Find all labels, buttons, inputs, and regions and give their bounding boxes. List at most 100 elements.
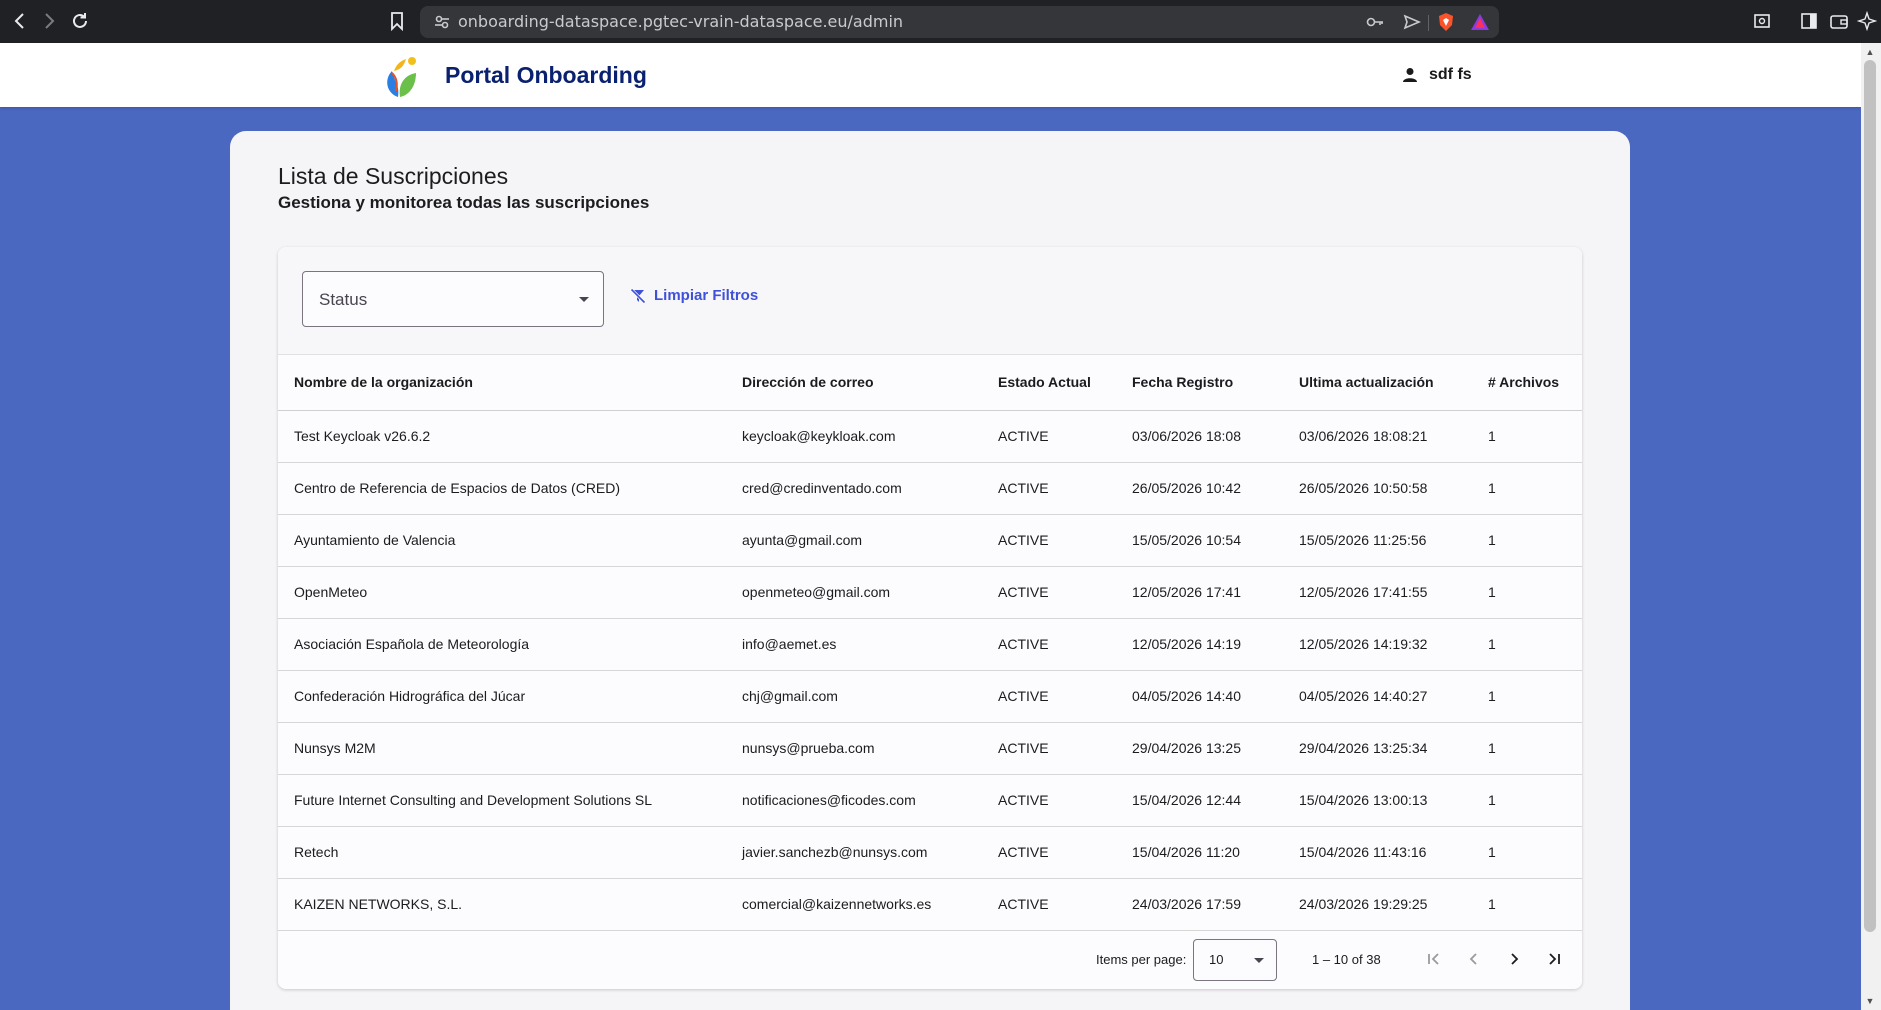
scroll-up-icon[interactable]: ▲ <box>1864 46 1876 58</box>
clear-filters-button[interactable]: Limpiar Filtros <box>630 287 758 304</box>
first-page-button[interactable] <box>1420 945 1448 973</box>
cell-registered: 29/04/2026 13:25 <box>1116 722 1283 775</box>
table-header-row: Nombre de la organización Dirección de c… <box>278 355 1582 411</box>
brave-shield-icon[interactable] <box>1436 12 1456 32</box>
back-icon[interactable] <box>8 9 32 33</box>
page-title: Lista de Suscripciones <box>278 163 509 189</box>
app-title[interactable]: Portal Onboarding <box>445 62 647 89</box>
column-header-organization[interactable]: Nombre de la organización <box>278 355 726 411</box>
cell-files: 1 <box>1472 774 1582 827</box>
table-row[interactable]: Centro de Referencia de Espacios de Dato… <box>278 462 1582 515</box>
last-page-icon <box>1549 953 1560 965</box>
table-row[interactable]: Nunsys M2M nunsys@prueba.com ACTIVE 29/0… <box>278 722 1582 775</box>
cell-organization: Retech <box>278 826 726 879</box>
column-header-registered[interactable]: Fecha Registro <box>1116 355 1283 411</box>
chevron-left-icon <box>1469 953 1477 965</box>
cell-files: 1 <box>1472 462 1582 515</box>
reload-icon[interactable] <box>68 9 92 33</box>
cell-email: notificaciones@ficodes.com <box>726 774 982 827</box>
dropdown-arrow-icon <box>1254 958 1264 963</box>
user-menu[interactable]: sdf fs <box>1401 63 1472 87</box>
table-row[interactable]: Confederación Hidrográfica del Júcar chj… <box>278 670 1582 723</box>
items-per-page-select[interactable]: 10 <box>1193 939 1277 981</box>
scrollbar-thumb[interactable] <box>1864 60 1876 932</box>
sidebar-icon[interactable] <box>1797 9 1821 33</box>
bookmark-icon[interactable] <box>385 9 409 33</box>
clear-filters-label: Limpiar Filtros <box>654 287 759 304</box>
table-row[interactable]: KAIZEN NETWORKS, S.L. comercial@kaizenne… <box>278 878 1582 931</box>
cell-status: ACTIVE <box>982 826 1116 879</box>
key-icon[interactable] <box>1365 12 1385 32</box>
cell-email: info@aemet.es <box>726 618 982 671</box>
cell-files: 1 <box>1472 670 1582 723</box>
app-header: Portal Onboarding sdf fs <box>0 43 1861 107</box>
cell-registered: 03/06/2026 18:08 <box>1116 410 1283 463</box>
cell-updated: 24/03/2026 19:29:25 <box>1283 878 1472 931</box>
user-icon <box>1403 68 1417 82</box>
table-row[interactable]: OpenMeteo openmeteo@gmail.com ACTIVE 12/… <box>278 566 1582 619</box>
leo-ai-icon[interactable] <box>1855 9 1879 33</box>
cell-email: openmeteo@gmail.com <box>726 566 982 619</box>
cell-updated: 04/05/2026 14:40:27 <box>1283 670 1472 723</box>
cell-files: 1 <box>1472 410 1582 463</box>
browser-toolbar: onboarding-dataspace.pgtec-vrain-dataspa… <box>0 0 1881 43</box>
table-row[interactable]: Retech javier.sanchezb@nunsys.com ACTIVE… <box>278 826 1582 879</box>
portal-logo-icon[interactable] <box>378 51 426 101</box>
cell-registered: 04/05/2026 14:40 <box>1116 670 1283 723</box>
cell-updated: 15/04/2026 13:00:13 <box>1283 774 1472 827</box>
cell-email: chj@gmail.com <box>726 670 982 723</box>
cell-files: 1 <box>1472 566 1582 619</box>
cell-registered: 12/05/2026 17:41 <box>1116 566 1283 619</box>
screenshot-icon[interactable] <box>1750 9 1774 33</box>
cell-organization: OpenMeteo <box>278 566 726 619</box>
first-page-icon <box>1428 953 1439 965</box>
site-info-icon[interactable] <box>432 12 452 32</box>
cell-files: 1 <box>1472 878 1582 931</box>
status-filter-label: Status <box>319 290 368 309</box>
column-header-email[interactable]: Dirección de correo <box>726 355 982 411</box>
cell-registered: 15/04/2026 11:20 <box>1116 826 1283 879</box>
items-per-page-value: 10 <box>1209 952 1224 967</box>
filter-bar: Status Limpiar Filtros <box>278 247 1582 355</box>
cell-registered: 24/03/2026 17:59 <box>1116 878 1283 931</box>
paginator: Items per page: 10 1 – 10 of 38 <box>278 931 1582 989</box>
cell-organization: Test Keycloak v26.6.2 <box>278 410 726 463</box>
cell-files: 1 <box>1472 618 1582 671</box>
table-row[interactable]: Test Keycloak v26.6.2 keycloak@keykloak.… <box>278 410 1582 463</box>
cell-status: ACTIVE <box>982 410 1116 463</box>
cell-files: 1 <box>1472 826 1582 879</box>
next-page-button[interactable] <box>1500 945 1528 973</box>
table-row[interactable]: Future Internet Consulting and Developme… <box>278 774 1582 827</box>
cell-updated: 12/05/2026 17:41:55 <box>1283 566 1472 619</box>
divider <box>1428 15 1429 31</box>
column-header-status[interactable]: Estado Actual <box>982 355 1116 411</box>
cell-email: ayunta@gmail.com <box>726 514 982 567</box>
cell-registered: 15/05/2026 10:54 <box>1116 514 1283 567</box>
url-text: onboarding-dataspace.pgtec-vrain-dataspa… <box>458 12 904 31</box>
table-row[interactable]: Ayuntamiento de Valencia ayunta@gmail.co… <box>278 514 1582 567</box>
status-filter-select[interactable]: Status <box>302 271 604 327</box>
forward-icon[interactable] <box>37 9 61 33</box>
wallet-icon[interactable] <box>1827 9 1851 33</box>
previous-page-button[interactable] <box>1460 945 1488 973</box>
cell-email: cred@credinventado.com <box>726 462 982 515</box>
cell-files: 1 <box>1472 514 1582 567</box>
cell-status: ACTIVE <box>982 670 1116 723</box>
cell-organization: Confederación Hidrográfica del Júcar <box>278 670 726 723</box>
cell-organization: Centro de Referencia de Espacios de Dato… <box>278 462 726 515</box>
last-page-button[interactable] <box>1540 945 1568 973</box>
items-per-page-label: Items per page: <box>1096 952 1187 967</box>
cell-status: ACTIVE <box>982 514 1116 567</box>
scroll-down-icon[interactable]: ▼ <box>1864 995 1876 1007</box>
subscriptions-table: Nombre de la organización Dirección de c… <box>278 355 1582 931</box>
cell-organization: Asociación Española de Meteorología <box>278 618 726 671</box>
brave-rewards-icon[interactable] <box>1470 12 1490 32</box>
table-row[interactable]: Asociación Española de Meteorología info… <box>278 618 1582 671</box>
cell-registered: 15/04/2026 12:44 <box>1116 774 1283 827</box>
address-bar[interactable]: onboarding-dataspace.pgtec-vrain-dataspa… <box>420 6 1499 38</box>
column-header-updated[interactable]: Ultima actualización <box>1283 355 1472 411</box>
cell-email: nunsys@prueba.com <box>726 722 982 775</box>
send-icon[interactable] <box>1402 12 1422 32</box>
column-header-files[interactable]: # Archivos <box>1472 355 1582 411</box>
cell-status: ACTIVE <box>982 566 1116 619</box>
